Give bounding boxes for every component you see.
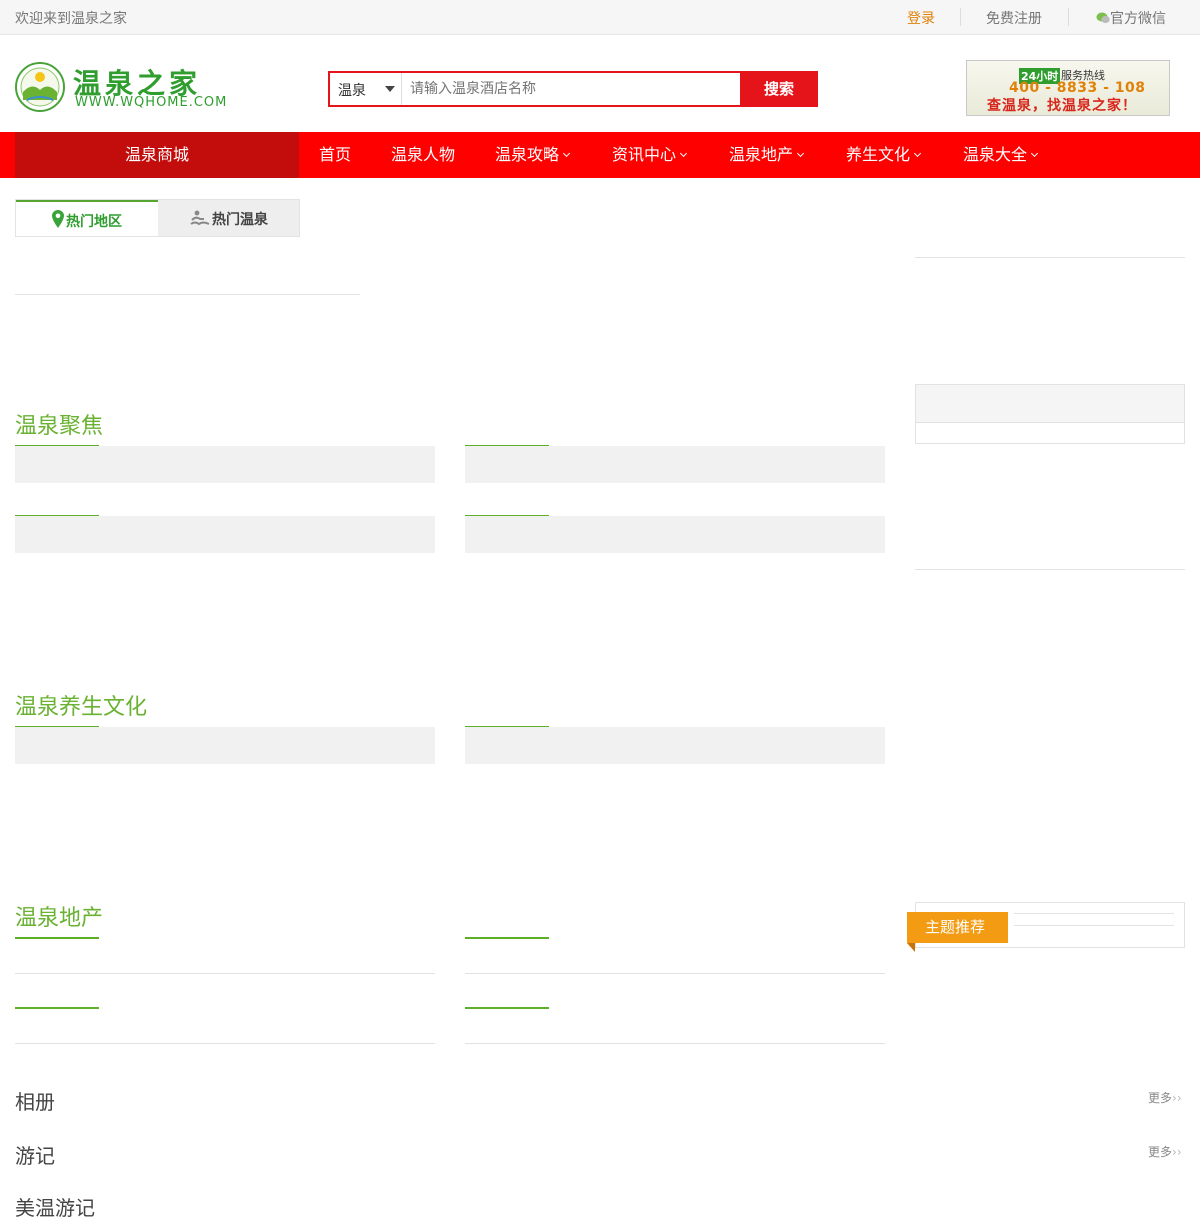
top-bar: 欢迎来到温泉之家 登录 免费注册 官方微信	[0, 0, 1200, 35]
double-chevron-right-icon: ››	[1172, 1091, 1182, 1105]
nav-item-label: 温泉人物	[391, 145, 456, 164]
more-link-travel[interactable]: 更多››	[1148, 1143, 1182, 1160]
tab-label: 热门地区	[66, 214, 122, 230]
divider	[465, 973, 885, 974]
site-logo[interactable]: 温泉之家 WWW.WQHOME.COM	[15, 62, 226, 114]
sidebar-box	[915, 384, 1185, 444]
main-nav: 温泉商城 首页 温泉人物 温泉攻略 资讯中心 温泉地产 养生文化 温泉大全	[0, 132, 1200, 178]
search-category-value: 温泉	[338, 83, 366, 99]
section-underline	[15, 1007, 99, 1009]
tab-hot-regions[interactable]: 热门地区	[16, 200, 158, 236]
hot-spring-icon	[190, 210, 210, 226]
nav-item-wellness[interactable]: 养生文化	[846, 132, 922, 178]
wechat-label: 官方微信	[1110, 11, 1166, 27]
tab-label: 热门温泉	[212, 212, 268, 228]
caret-down-icon	[385, 86, 395, 92]
nav-item-label: 温泉地产	[729, 145, 794, 164]
divider	[915, 257, 1185, 258]
ribbon-fold	[907, 943, 915, 952]
more-label: 更多	[1148, 1091, 1173, 1105]
section-title-wellness: 温泉养生文化	[15, 695, 148, 720]
logo-domain: WWW.WQHOME.COM	[75, 95, 228, 110]
content-placeholder	[15, 446, 435, 483]
location-pin-icon	[52, 210, 64, 228]
nav-mall[interactable]: 温泉商城	[15, 132, 299, 178]
chevron-down-icon	[913, 149, 922, 158]
search-category-select[interactable]: 温泉	[330, 73, 402, 105]
hotline-number: 400 - 8833 - 108	[1009, 80, 1146, 96]
chevron-down-icon	[679, 149, 688, 158]
register-link[interactable]: 免费注册	[986, 8, 1042, 28]
chevron-down-icon	[1030, 149, 1039, 158]
nav-item-label: 首页	[319, 145, 352, 164]
nav-item-realestate[interactable]: 温泉地产	[729, 132, 805, 178]
nav-item-label: 养生文化	[846, 145, 911, 164]
sidebar-box-header	[916, 385, 1184, 423]
divider	[1014, 913, 1174, 914]
more-link-album[interactable]: 更多››	[1148, 1089, 1182, 1106]
divider	[960, 8, 961, 26]
chevron-down-icon	[796, 149, 805, 158]
login-link[interactable]: 登录	[907, 8, 935, 28]
divider	[15, 294, 360, 295]
nav-item-news[interactable]: 资讯中心	[612, 132, 688, 178]
nav-item-label: 温泉大全	[963, 145, 1028, 164]
search-input[interactable]	[410, 77, 730, 101]
wechat-icon	[1096, 12, 1110, 24]
divider	[15, 1043, 435, 1044]
hot-tabs: 热门地区 热门温泉	[15, 199, 300, 237]
nav-item-people[interactable]: 温泉人物	[391, 132, 455, 178]
section-title-last: 美温游记	[15, 1196, 95, 1220]
tab-hot-springs[interactable]: 热门温泉	[158, 200, 300, 236]
section-underline	[465, 937, 549, 939]
divider	[465, 1043, 885, 1044]
nav-item-label: 温泉攻略	[495, 145, 560, 164]
divider	[15, 973, 435, 974]
theme-tag: 主题推荐	[907, 912, 1008, 943]
hotline-slogan: 查温泉，找温泉之家！	[987, 98, 1137, 114]
chevron-down-icon	[562, 149, 571, 158]
nav-item-guide[interactable]: 温泉攻略	[495, 132, 571, 178]
logo-emblem-icon	[15, 62, 65, 112]
content-placeholder	[465, 727, 885, 764]
content-placeholder	[465, 446, 885, 483]
divider	[915, 569, 1185, 570]
hotline-banner: 24小时 服务热线 400 - 8833 - 108 查温泉，找温泉之家！	[966, 60, 1170, 116]
section-underline	[15, 937, 99, 939]
section-underline	[465, 1007, 549, 1009]
nav-item-directory[interactable]: 温泉大全	[963, 132, 1039, 178]
section-title-travel: 游记	[15, 1144, 55, 1168]
section-title-album: 相册	[15, 1090, 55, 1114]
welcome-text: 欢迎来到温泉之家	[15, 11, 127, 27]
content-placeholder	[15, 516, 435, 553]
nav-item-label: 资讯中心	[612, 145, 677, 164]
more-label: 更多	[1148, 1145, 1173, 1159]
section-title-realestate: 温泉地产	[15, 906, 104, 931]
divider	[1068, 8, 1069, 26]
divider	[1014, 925, 1174, 926]
content-placeholder	[15, 727, 435, 764]
double-chevron-right-icon: ››	[1172, 1145, 1182, 1159]
search-button[interactable]: 搜索	[740, 71, 818, 107]
nav-item-home[interactable]: 首页	[319, 132, 351, 178]
section-title-focus: 温泉聚焦	[15, 414, 104, 439]
content-placeholder	[465, 516, 885, 553]
search-bar: 温泉 搜索	[328, 71, 818, 107]
wechat-link[interactable]: 官方微信	[1096, 8, 1166, 28]
